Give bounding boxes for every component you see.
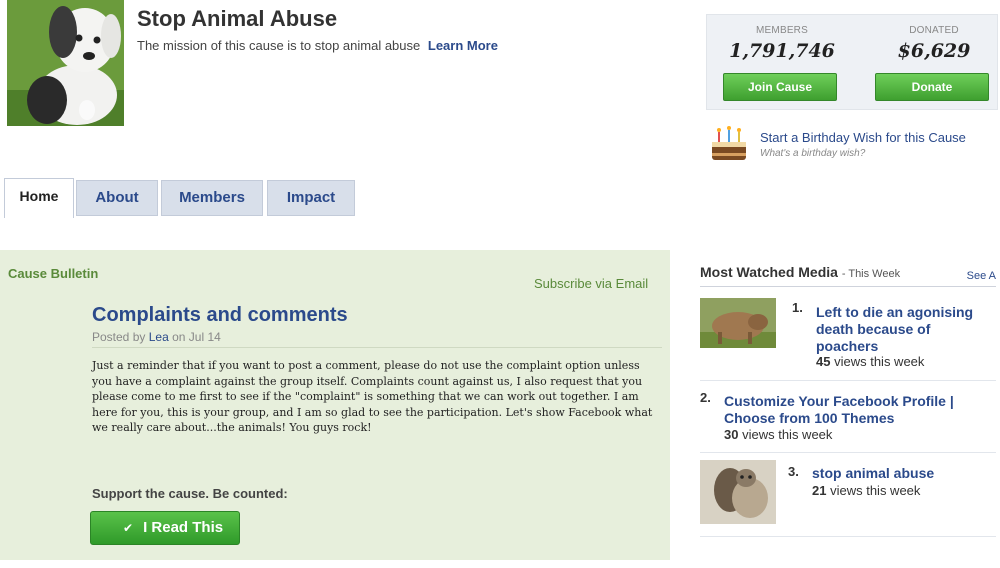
members-stat: MEMBERS 1,791,746 (717, 25, 847, 62)
members-label: MEMBERS (756, 25, 808, 36)
learn-more-link[interactable]: Learn More (428, 38, 498, 53)
members-count: 1,791,746 (729, 40, 835, 62)
views-label: views this week (834, 354, 925, 369)
join-cause-button[interactable]: Join Cause (723, 73, 837, 101)
most-watched-media-heading: Most Watched Media - This Week See A (700, 264, 996, 282)
views-count: 45 (816, 354, 831, 369)
tab-members[interactable]: Members (161, 180, 263, 216)
see-all-link[interactable]: See A (967, 270, 996, 282)
post-body: Just a reminder that if you want to post… (92, 359, 653, 434)
tab-home[interactable]: Home (4, 178, 74, 218)
tab-impact[interactable]: Impact (267, 180, 355, 216)
bulletin-heading: Cause Bulletin (8, 266, 99, 281)
views-count: 30 (724, 427, 739, 442)
post-meta: Posted by Lea on Jul 14 (92, 330, 221, 344)
media-title-link[interactable]: Customize Your Facebook Profile | Choose… (724, 393, 996, 427)
media-rank: 1. (792, 300, 803, 315)
cause-title: Stop Animal Abuse (137, 6, 338, 31)
media-item[interactable]: 3. stop animal abuse 21 views this week (700, 460, 996, 524)
views-count: 21 (812, 483, 827, 498)
donate-button[interactable]: Donate (875, 73, 989, 101)
i-read-this-button[interactable]: ✔ I Read This (90, 511, 240, 545)
media-rank: 3. (788, 464, 799, 479)
media-item[interactable]: 1. Left to die an agonising death becaus… (700, 298, 996, 370)
media-item[interactable]: 2. Customize Your Facebook Profile | Cho… (700, 388, 996, 444)
media-thumbnail[interactable] (700, 298, 776, 348)
donated-stat: DONATED $6,629 (869, 25, 999, 62)
media-separator (700, 452, 996, 453)
media-heading-period: - This Week (841, 268, 901, 280)
read-button-label: I Read This (143, 519, 224, 536)
support-prompt: Support the cause. Be counted: (92, 486, 288, 501)
mission-text: The mission of this cause is to stop ani… (137, 38, 421, 53)
cause-mission: The mission of this cause is to stop ani… (137, 38, 498, 53)
cause-stats-box: MEMBERS 1,791,746 DONATED $6,629 Join Ca… (706, 14, 998, 110)
birthday-wish-help[interactable]: What's a birthday wish? (760, 148, 865, 159)
birthday-wish: Start a Birthday Wish for this Cause Wha… (708, 124, 998, 168)
media-heading-title: Most Watched Media (700, 264, 838, 280)
media-views: 45 views this week (816, 354, 924, 369)
post-author-link[interactable]: Lea (149, 330, 169, 344)
subscribe-email-link[interactable]: Subscribe via Email (534, 276, 648, 291)
posted-by-label: Posted by (92, 330, 146, 344)
cause-tabs: Home About Members Impact (0, 178, 400, 218)
media-separator (700, 536, 996, 537)
media-title-link[interactable]: stop animal abuse (812, 465, 996, 482)
checkmark-icon: ✔ (123, 521, 134, 535)
media-separator (700, 380, 996, 381)
cause-bulletin: Cause Bulletin Subscribe via Email Compl… (0, 250, 670, 560)
post-title[interactable]: Complaints and comments (92, 304, 348, 327)
media-thumbnail[interactable] (700, 460, 776, 524)
donated-amount: $6,629 (897, 40, 971, 62)
media-heading-divider (700, 286, 996, 287)
views-label: views this week (830, 483, 921, 498)
media-views: 21 views this week (812, 483, 920, 498)
media-rank: 2. (700, 390, 711, 405)
birthday-cake-icon (708, 124, 750, 164)
birthday-wish-link[interactable]: Start a Birthday Wish for this Cause (760, 130, 966, 145)
cause-profile-image[interactable] (7, 0, 124, 126)
media-views: 30 views this week (724, 427, 832, 442)
donated-label: DONATED (909, 25, 959, 36)
views-label: views this week (742, 427, 833, 442)
tab-about[interactable]: About (76, 180, 158, 216)
post-divider (92, 347, 662, 348)
post-date: on Jul 14 (172, 330, 221, 344)
media-title-link[interactable]: Left to die an agonising death because o… (816, 304, 996, 355)
